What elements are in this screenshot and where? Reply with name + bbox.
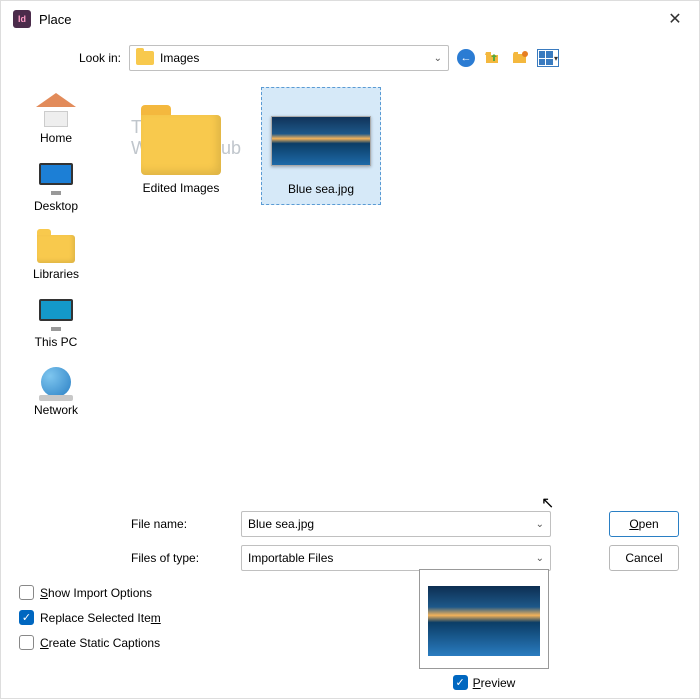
sidebar-item-label: This PC (1, 335, 111, 349)
filename-combo[interactable]: Blue sea.jpg ⌄ (241, 511, 551, 537)
libraries-icon (36, 229, 76, 263)
image-thumb (271, 96, 371, 176)
file-pane[interactable]: TheWindowsClub Edited Images Blue sea.jp… (111, 77, 699, 507)
filetype-value: Importable Files (248, 551, 333, 565)
thispc-icon (36, 297, 76, 331)
folder-thumb-icon (131, 95, 231, 175)
places-sidebar: Home Desktop Libraries This PC Network (1, 77, 111, 507)
close-button[interactable]: ✕ (665, 9, 685, 29)
network-icon (36, 365, 76, 399)
file-name: Edited Images (125, 181, 237, 195)
sidebar-item-label: Libraries (1, 267, 111, 281)
cancel-button[interactable]: Cancel (609, 545, 679, 571)
filename-value: Blue sea.jpg (248, 517, 314, 531)
checkbox-checked-icon: ✓ (453, 675, 468, 690)
sidebar-item-desktop[interactable]: Desktop (1, 155, 111, 223)
sidebar-item-label: Desktop (1, 199, 111, 213)
lookin-combo[interactable]: Images ⌄ (129, 45, 449, 71)
home-icon (36, 93, 76, 127)
app-icon: Id (13, 10, 31, 28)
new-folder-icon[interactable] (509, 47, 531, 69)
options-checks: Show Import Options ✓ Replace Selected I… (1, 579, 699, 650)
views-icon[interactable]: ▾ (537, 47, 559, 69)
folder-icon (136, 51, 154, 65)
chevron-down-icon: ⌄ (536, 519, 544, 530)
filename-label: File name: (131, 517, 231, 531)
main-area: Home Desktop Libraries This PC Network T… (1, 77, 699, 507)
window-title: Place (39, 12, 72, 27)
chevron-down-icon: ⌄ (434, 53, 442, 64)
sidebar-item-thispc[interactable]: This PC (1, 291, 111, 359)
check-preview[interactable]: ✓ Preview (419, 675, 549, 690)
open-button[interactable]: Open (609, 511, 679, 537)
checkbox-icon (19, 585, 34, 600)
desktop-icon (36, 161, 76, 195)
sidebar-item-network[interactable]: Network (1, 359, 111, 427)
check-replace-selected[interactable]: ✓ Replace Selected Item (19, 610, 699, 625)
filetype-combo[interactable]: Importable Files ⌄ (241, 545, 551, 571)
chevron-down-icon: ⌄ (536, 553, 544, 564)
sidebar-item-home[interactable]: Home (1, 87, 111, 155)
sidebar-item-libraries[interactable]: Libraries (1, 223, 111, 291)
preview-image (428, 586, 540, 656)
title-bar: Id Place ✕ (1, 1, 699, 37)
bottom-fields: File name: Blue sea.jpg ⌄ Open Files of … (1, 507, 699, 571)
file-name: Blue sea.jpg (266, 182, 376, 196)
checkbox-checked-icon: ✓ (19, 610, 34, 625)
sidebar-item-label: Network (1, 403, 111, 417)
up-level-icon[interactable] (481, 47, 503, 69)
check-show-import[interactable]: Show Import Options (19, 585, 699, 600)
check-create-captions[interactable]: Create Static Captions (19, 635, 699, 650)
filetype-label: Files of type: (131, 551, 231, 565)
sidebar-item-label: Home (1, 131, 111, 145)
file-item-folder[interactable]: Edited Images (121, 87, 241, 205)
nav-toolbar: ← ▾ (457, 47, 559, 69)
back-icon[interactable]: ← (457, 49, 475, 67)
lookin-value: Images (160, 51, 199, 65)
lookin-label: Look in: (61, 51, 121, 65)
lookin-row: Look in: Images ⌄ ← ▾ (1, 37, 699, 77)
checkbox-icon (19, 635, 34, 650)
preview-area: ✓ Preview (419, 569, 549, 690)
preview-thumbnail (419, 569, 549, 669)
file-item-image[interactable]: Blue sea.jpg (261, 87, 381, 205)
